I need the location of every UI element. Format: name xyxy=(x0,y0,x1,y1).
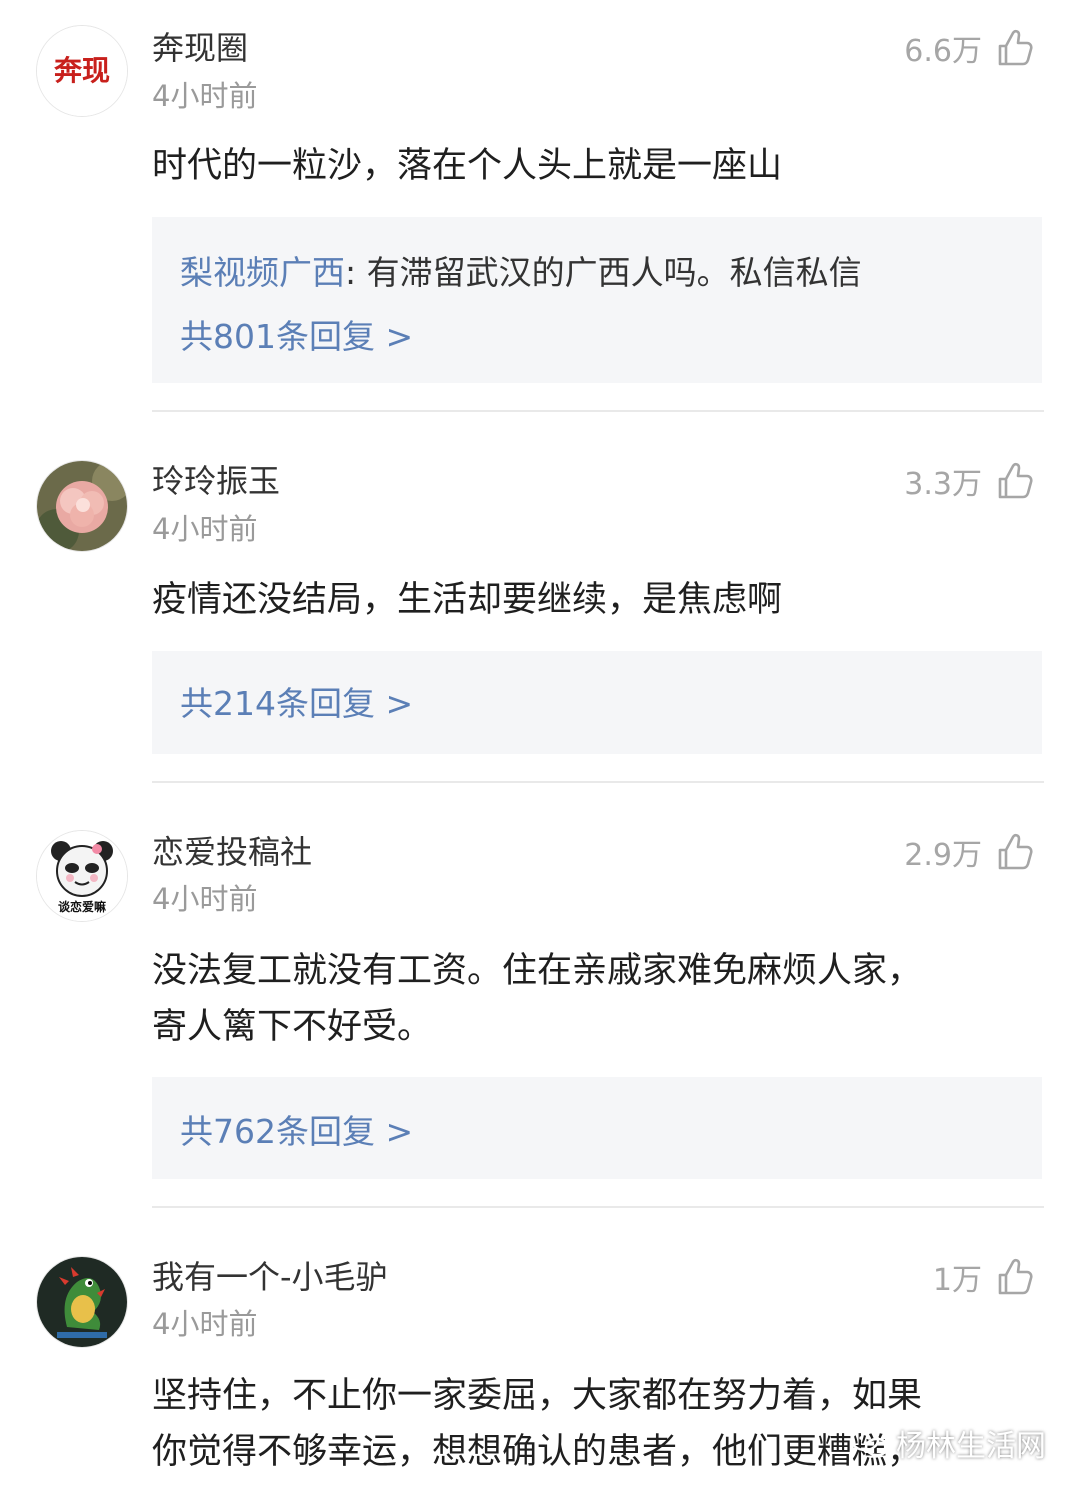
comment-text-line: 寄人篱下不好受。 xyxy=(152,1007,433,1047)
like-count: 1万 xyxy=(932,1263,982,1298)
avatar-logo-text: 奔现 xyxy=(54,54,110,87)
like-button[interactable]: 1万 xyxy=(933,1255,1034,1299)
username[interactable]: 恋爱投稿社 xyxy=(152,832,312,872)
divider xyxy=(152,1206,1044,1208)
reply-box[interactable]: 共762条回复 > xyxy=(152,1077,1042,1179)
divider xyxy=(152,781,1044,783)
thumbs-up-icon xyxy=(998,1258,1033,1295)
divider xyxy=(152,410,1044,412)
reply-separator: : xyxy=(345,253,367,292)
timestamp: 4小时前 xyxy=(152,1307,258,1341)
thumbs-up-icon xyxy=(998,29,1033,66)
avatar[interactable]: 奔现 xyxy=(36,25,128,117)
avatar-image: 奔现 xyxy=(37,26,127,116)
reply-author[interactable]: 梨视频广西 xyxy=(180,253,345,292)
view-replies-link[interactable]: 共801条回复 > xyxy=(180,315,413,359)
watermark-text: 杨林生活网 xyxy=(896,1429,1046,1464)
like-count: 3.3万 xyxy=(904,467,982,502)
avatar[interactable] xyxy=(36,460,128,552)
username[interactable]: 玲玲振玉 xyxy=(152,461,280,501)
panda-meme-avatar-image: 谈恋爱嘛 xyxy=(37,831,127,921)
timestamp: 4小时前 xyxy=(152,79,258,113)
like-count: 6.6万 xyxy=(904,34,982,69)
avatar[interactable]: 谈恋爱嘛 xyxy=(36,830,128,922)
watermark: 杨林生活网 xyxy=(850,1420,1046,1466)
like-button[interactable]: 3.3万 xyxy=(904,459,1034,503)
comment-text: 时代的一粒沙，落在个人头上就是一座山 xyxy=(152,146,783,186)
comment-text: 疫情还没结局，生活却要继续，是焦虑啊 xyxy=(152,580,783,620)
reply-box[interactable]: 梨视频广西: 有滞留武汉的广西人吗。私信私信 共801条回复 > xyxy=(152,217,1042,383)
thumbs-up-icon xyxy=(998,462,1033,499)
comment-text-line: 没法复工就没有工资。住在亲戚家难免麻烦人家， xyxy=(152,951,923,991)
timestamp: 4小时前 xyxy=(152,882,258,916)
avatar[interactable] xyxy=(36,1256,128,1348)
wechat-icon xyxy=(850,1428,890,1457)
view-replies-link[interactable]: 共214条回复 > xyxy=(180,682,413,726)
like-button[interactable]: 6.6万 xyxy=(904,26,1034,70)
comment-text-line: 坚持住，不止你一家委屈，大家都在努力着，如果 xyxy=(152,1376,923,1416)
view-replies-link[interactable]: 共762条回复 > xyxy=(180,1110,413,1154)
like-count: 2.9万 xyxy=(904,838,982,873)
thumbs-up-icon xyxy=(998,833,1033,870)
reply-box[interactable]: 共214条回复 > xyxy=(152,651,1042,754)
peony-flower-avatar-image xyxy=(37,461,127,551)
comment-text: 没法复工就没有工资。住在亲戚家难免麻烦人家， 寄人篱下不好受。 xyxy=(152,943,1032,1055)
username[interactable]: 我有一个-小毛驴 xyxy=(152,1257,388,1297)
avatar-caption: 谈恋爱嘛 xyxy=(58,899,106,914)
like-button[interactable]: 2.9万 xyxy=(904,830,1034,874)
reply-text: 有滞留武汉的广西人吗。私信私信 xyxy=(366,253,862,292)
username[interactable]: 奔现圈 xyxy=(152,28,248,68)
dragon-cartoon-avatar-image xyxy=(37,1257,127,1347)
timestamp: 4小时前 xyxy=(152,512,258,546)
reply-preview: 梨视频广西: 有滞留武汉的广西人吗。私信私信 xyxy=(180,251,862,295)
